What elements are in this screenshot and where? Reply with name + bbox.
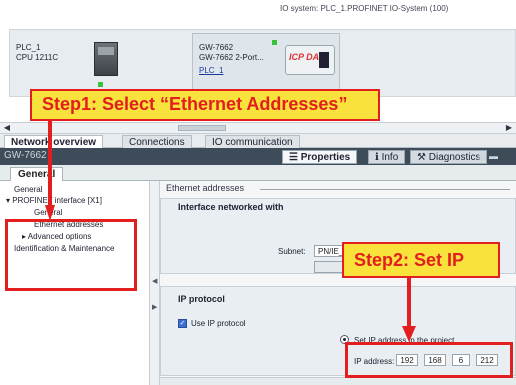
horizontal-scrollbar[interactable]: ◀ ▶ bbox=[0, 122, 516, 134]
tab-info[interactable]: ℹ Info bbox=[368, 150, 406, 164]
use-ip-label: Use IP protocol bbox=[191, 319, 246, 328]
splitter-arrow-icon-2[interactable]: ▶ bbox=[152, 303, 157, 311]
gateway-name: GW-7662 bbox=[199, 43, 234, 52]
tab-properties[interactable]: ☰ Properties bbox=[282, 150, 358, 164]
scroll-left-icon[interactable]: ◀ bbox=[2, 123, 12, 133]
splitter-arrow-icon[interactable]: ◀ bbox=[152, 277, 157, 285]
plc-type: CPU 1211C bbox=[16, 53, 59, 62]
add-subnet-button[interactable] bbox=[314, 261, 344, 273]
properties-tabs: General bbox=[0, 165, 516, 181]
step1-arrow bbox=[45, 121, 55, 221]
gateway-type: GW-7662 2-Port... bbox=[199, 53, 264, 62]
section-divider bbox=[260, 189, 510, 190]
interface-group-title: Interface networked with bbox=[178, 202, 284, 212]
device-image-icon bbox=[319, 52, 329, 68]
tab-io-communication[interactable]: IO communication bbox=[205, 135, 300, 148]
tab-diagnostics[interactable]: ⚒ Diagnostics bbox=[410, 150, 488, 164]
inspector-header: GW-7662 ☰ Properties ℹ Info ⚒ Diagnostic… bbox=[0, 148, 516, 165]
scroll-right-icon[interactable]: ▶ bbox=[504, 123, 514, 133]
section-title: Ethernet addresses bbox=[166, 183, 245, 193]
plc-name: PLC_1 bbox=[16, 43, 41, 52]
diagnostics-icon: ⚒ bbox=[417, 152, 429, 163]
panel-controls-icon[interactable]: ▦ ▬ bbox=[478, 151, 502, 162]
ip-highlight-box bbox=[345, 342, 513, 378]
properties-icon: ☰ bbox=[289, 152, 301, 163]
tree-item-general[interactable]: General bbox=[14, 185, 42, 194]
tab-connections[interactable]: Connections bbox=[122, 135, 192, 148]
network-tabs: Network overview Connections IO communic… bbox=[0, 134, 516, 148]
tree-splitter[interactable]: ◀ ▶ bbox=[150, 181, 160, 385]
content-scrollbar[interactable] bbox=[160, 377, 516, 385]
scroll-thumb[interactable] bbox=[178, 125, 226, 131]
device-title: GW-7662 bbox=[4, 150, 47, 161]
gateway-status-dot bbox=[272, 40, 277, 45]
tab-general[interactable]: General bbox=[10, 167, 64, 181]
tree-highlight-box bbox=[5, 219, 137, 291]
io-system-label: IO system: PLC_1.PROFINET IO-System (100… bbox=[280, 4, 449, 13]
gateway-controller-link[interactable]: PLC_1 bbox=[199, 66, 223, 76]
subnet-label: Subnet: bbox=[278, 247, 306, 256]
ip-protocol-title: IP protocol bbox=[178, 294, 225, 304]
info-icon: ℹ bbox=[375, 152, 382, 163]
plc-device-icon[interactable] bbox=[94, 42, 118, 76]
step2-callout: Step2: Set IP bbox=[342, 242, 500, 278]
step2-arrow bbox=[402, 278, 416, 342]
icpdas-logo: ICP DAS bbox=[285, 45, 335, 75]
subnet-select[interactable]: PN/IE_1 bbox=[314, 245, 344, 257]
step1-callout: Step1: Select “Ethernet Addresses” bbox=[30, 89, 380, 121]
use-ip-checkbox[interactable]: ✓ bbox=[178, 319, 187, 328]
plc-status-dot bbox=[98, 82, 103, 87]
